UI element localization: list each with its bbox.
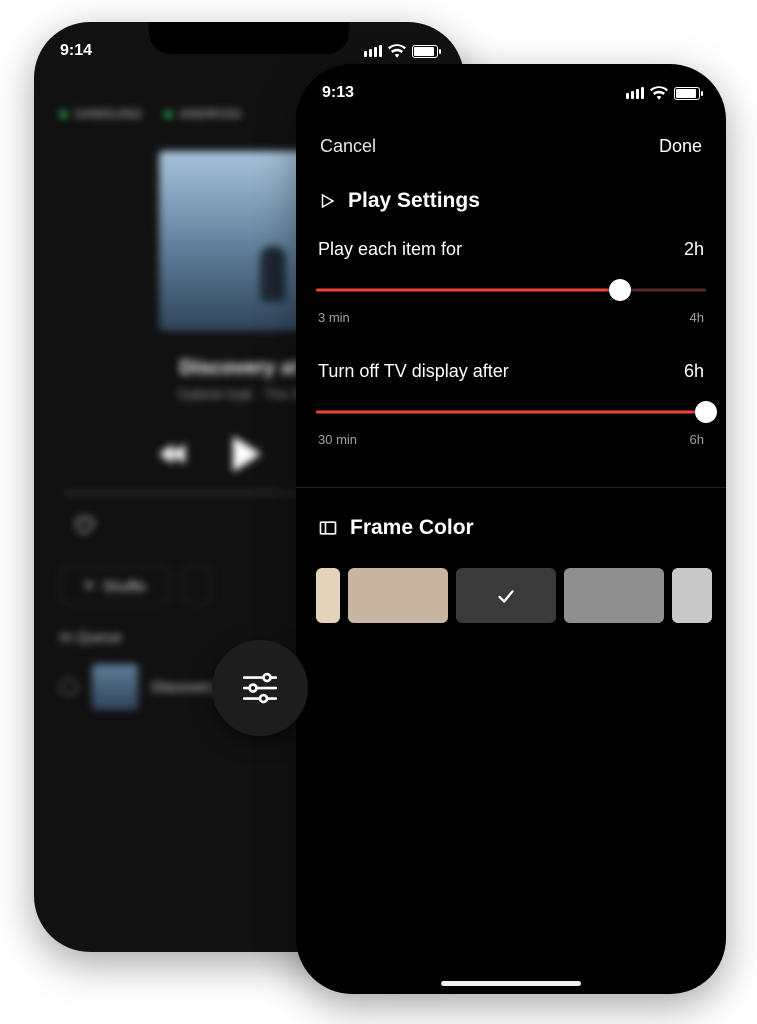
slider-max-label: 6h [690, 432, 704, 447]
play-icon [318, 192, 336, 210]
secondary-pill-button[interactable] [183, 566, 211, 605]
frame-color-swatch-cream[interactable] [316, 568, 340, 623]
divider [296, 487, 726, 488]
queue-thumbnail [92, 664, 138, 710]
slider-max-label: 4h [690, 310, 704, 325]
frame-color-swatch-silver[interactable] [672, 568, 712, 623]
radio-icon[interactable] [60, 678, 78, 696]
check-icon [495, 585, 517, 607]
settings-fab[interactable] [212, 640, 308, 736]
setting-value: 2h [684, 239, 704, 260]
setting-label: Play each item for [318, 239, 462, 260]
setting-label: Turn off TV display after [318, 361, 509, 382]
favorite-button[interactable] [72, 514, 96, 536]
wifi-icon [650, 86, 668, 100]
play-button[interactable] [233, 436, 261, 472]
frame-icon [318, 518, 338, 538]
cast-target-android[interactable]: ANDROID [165, 107, 242, 121]
battery-icon [412, 45, 438, 58]
section-title: Play Settings [348, 189, 480, 213]
rewind-button[interactable] [159, 444, 183, 464]
shuffle-button[interactable]: ✕ Shuffle [60, 566, 169, 605]
status-time: 9:14 [60, 42, 92, 60]
foreground-phone: 9:13 Cancel Done Play Settings P [296, 64, 726, 994]
shuffle-icon: ✕ [83, 577, 95, 594]
settings-sheet: Cancel Done Play Settings Play each item… [296, 112, 726, 994]
slider-min-label: 3 min [318, 310, 350, 325]
turn-off-slider[interactable] [316, 402, 706, 422]
home-indicator[interactable] [441, 981, 581, 986]
frame-color-swatch-tan[interactable] [348, 568, 448, 623]
frame-color-swatch-gray[interactable] [564, 568, 664, 623]
cast-label: SAMSUNG [75, 107, 143, 121]
play-duration-setting: Play each item for 2h 3 min 4h [316, 237, 706, 343]
turn-off-setting: Turn off TV display after 6h 30 min 6h [316, 359, 706, 465]
cancel-button[interactable]: Cancel [320, 136, 376, 157]
cast-label: ANDROID [180, 107, 242, 121]
status-dot-icon [60, 111, 67, 118]
frame-color-swatches [316, 564, 726, 623]
wifi-icon [388, 44, 406, 58]
slider-min-label: 30 min [318, 432, 357, 447]
sliders-icon [239, 667, 281, 709]
status-time: 9:13 [322, 84, 354, 102]
cast-target-samsung[interactable]: SAMSUNG [60, 107, 143, 121]
frame-color-swatch-charcoal[interactable] [456, 568, 556, 623]
cellular-icon [364, 45, 382, 57]
shuffle-label: Shuffle [103, 578, 146, 594]
battery-icon [674, 87, 700, 100]
notch [411, 64, 611, 96]
frame-color-heading: Frame Color [316, 510, 706, 564]
status-dot-icon [165, 111, 172, 118]
play-settings-heading: Play Settings [316, 183, 706, 237]
section-title: Frame Color [350, 516, 474, 540]
notch [149, 22, 349, 54]
cellular-icon [626, 87, 644, 99]
done-button[interactable]: Done [659, 136, 702, 157]
play-duration-slider[interactable] [316, 280, 706, 300]
setting-value: 6h [684, 361, 704, 382]
